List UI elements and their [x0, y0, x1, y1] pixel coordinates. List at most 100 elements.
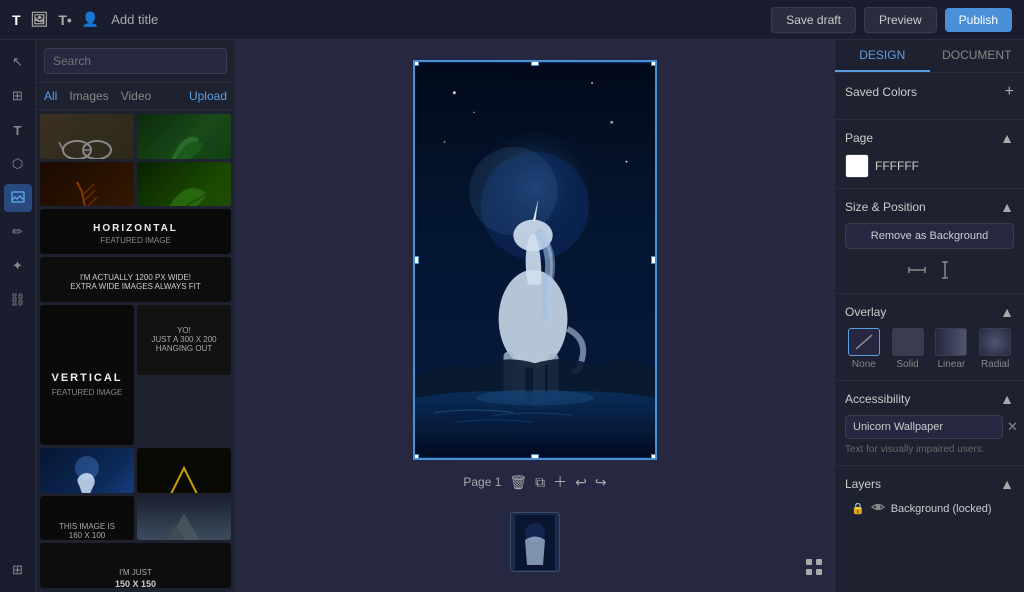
- topbar-icons: T 🖼 T• 👤: [12, 11, 99, 28]
- handle-mid-left[interactable]: [413, 256, 419, 264]
- saved-colors-add[interactable]: +: [1005, 83, 1014, 101]
- handle-top-left[interactable]: [413, 60, 419, 66]
- layer-item[interactable]: 🔒 Background (locked): [845, 498, 1014, 519]
- saved-colors-section: Saved Colors +: [835, 73, 1024, 120]
- effects-tool[interactable]: ✦: [4, 252, 32, 280]
- image-icon[interactable]: 🖼: [31, 11, 49, 28]
- media-item[interactable]: YO!JUST A 300 X 200HANGING OUT: [137, 305, 231, 375]
- upload-button[interactable]: Upload: [189, 89, 227, 103]
- pen-tool[interactable]: ✏: [4, 218, 32, 246]
- media-item[interactable]: VERTICAL FEATURED IMAGE: [40, 305, 134, 445]
- media-item[interactable]: [137, 448, 231, 493]
- text-tool[interactable]: T: [4, 116, 32, 144]
- overlay-linear[interactable]: Linear: [933, 328, 971, 370]
- handle-bottom-right[interactable]: [651, 454, 657, 460]
- left-panel: All Images Video Upload: [36, 40, 236, 592]
- handle-top-mid[interactable]: [531, 60, 539, 66]
- cursor-tool[interactable]: ↖: [4, 48, 32, 76]
- main-area: ↖ ⊞ T ⬡ ✏ ✦ ⛓ ⊞ All Images Video Upload: [0, 40, 1024, 592]
- canvas-frame[interactable]: [413, 60, 657, 460]
- user-icon[interactable]: 👤: [82, 11, 99, 28]
- handle-top-right[interactable]: [651, 60, 657, 66]
- add-page-icon[interactable]: ＋: [553, 472, 567, 492]
- layers-toggle[interactable]: ▲: [1000, 476, 1014, 492]
- layer-lock-icon: 🔒: [851, 502, 865, 515]
- duplicate-icon[interactable]: ⧉: [535, 474, 545, 491]
- media-item[interactable]: [137, 496, 231, 541]
- tab-document[interactable]: DOCUMENT: [930, 40, 1024, 72]
- shapes-tool[interactable]: ⬡: [4, 150, 32, 178]
- text-tool-icon[interactable]: T•: [58, 12, 71, 28]
- page-toggle[interactable]: ▲: [1000, 130, 1014, 146]
- overlay-toggle[interactable]: ▲: [1000, 304, 1014, 320]
- remove-background-button[interactable]: Remove as Background: [845, 223, 1014, 249]
- tab-images[interactable]: Images: [69, 89, 108, 103]
- tab-all[interactable]: All: [44, 89, 57, 103]
- grid-view-button[interactable]: [804, 557, 824, 582]
- media-item[interactable]: [40, 448, 134, 493]
- media-item[interactable]: HORIZONTAL FEATURED IMAGE: [40, 209, 231, 254]
- page-header: Page ▲: [845, 130, 1014, 146]
- page-thumbnail[interactable]: [510, 512, 560, 572]
- media-item[interactable]: [40, 114, 134, 159]
- overlay-linear-label: Linear: [937, 359, 965, 370]
- media-item[interactable]: [137, 162, 231, 207]
- saved-colors-title: Saved Colors: [845, 85, 917, 99]
- preview-button[interactable]: Preview: [864, 7, 937, 33]
- size-position-header: Size & Position ▲: [845, 199, 1014, 215]
- topbar-left: T 🖼 T• 👤 Add title: [12, 11, 158, 28]
- media-item[interactable]: I'M ACTUALLY 1200 PX WIDE!EXTRA WIDE IMA…: [40, 257, 231, 302]
- overlay-none-icon[interactable]: [848, 328, 880, 356]
- overlay-solid-icon[interactable]: [892, 328, 924, 356]
- image-tool[interactable]: [4, 184, 32, 212]
- handle-mid-right[interactable]: [651, 256, 657, 264]
- publish-button[interactable]: Publish: [945, 8, 1012, 32]
- media-item[interactable]: [40, 162, 134, 207]
- canvas-area: Page 1 🗑 ⧉ ＋ ↩ ↪: [236, 40, 834, 592]
- size-position-toggle[interactable]: ▲: [1000, 199, 1014, 215]
- overlay-none-label: None: [852, 359, 876, 370]
- media-item[interactable]: I'M JUST 150 X 150: [40, 543, 231, 588]
- accessibility-toggle[interactable]: ▲: [1000, 391, 1014, 407]
- accessibility-title: Accessibility: [845, 392, 910, 406]
- overlay-solid-label: Solid: [897, 359, 919, 370]
- handle-bottom-mid[interactable]: [531, 454, 539, 460]
- clear-accessibility-button[interactable]: ✕: [1007, 419, 1018, 435]
- layers-title: Layers: [845, 477, 881, 491]
- tab-video[interactable]: Video: [121, 89, 151, 103]
- layer-background-label: Background (locked): [891, 503, 992, 515]
- accessibility-header: Accessibility ▲: [845, 391, 1014, 407]
- overlay-linear-icon[interactable]: [935, 328, 967, 356]
- grid-tool[interactable]: ⊞: [4, 556, 32, 584]
- page-color-swatch[interactable]: [845, 154, 869, 178]
- overlay-section: Overlay ▲ None Solid Lin: [835, 294, 1024, 381]
- overlay-radial-label: Radial: [981, 359, 1009, 370]
- overlay-radial-icon[interactable]: [979, 328, 1011, 356]
- filter-tabs: All Images Video Upload: [36, 83, 235, 110]
- tab-design[interactable]: DESIGN: [835, 40, 930, 72]
- save-draft-button[interactable]: Save draft: [771, 7, 856, 33]
- page-color-value: FFFFFF: [875, 159, 919, 173]
- page-color-row: FFFFFF: [845, 154, 1014, 178]
- media-item[interactable]: [137, 114, 231, 159]
- size-position-title: Size & Position: [845, 200, 926, 214]
- link-tool[interactable]: ⛓: [4, 286, 32, 314]
- overlay-radial[interactable]: Radial: [976, 328, 1014, 370]
- saved-colors-header: Saved Colors +: [845, 83, 1014, 101]
- redo-icon[interactable]: ↪: [595, 474, 607, 491]
- accessibility-input-row: ✕: [845, 415, 1014, 439]
- accessibility-input[interactable]: [845, 415, 1003, 439]
- handle-bottom-left[interactable]: [413, 454, 419, 460]
- search-input[interactable]: [44, 48, 227, 74]
- topbar-logo: T 🖼 T• 👤: [12, 11, 99, 28]
- undo-icon[interactable]: ↩: [575, 474, 587, 491]
- media-item[interactable]: THIS IMAGE IS 160 X 100: [40, 496, 134, 541]
- overlay-solid[interactable]: Solid: [889, 328, 927, 370]
- canvas-title[interactable]: Add title: [111, 12, 158, 27]
- page-section: Page ▲ FFFFFF: [835, 120, 1024, 189]
- layers-header: Layers ▲: [845, 476, 1014, 492]
- crop-tool[interactable]: ⊞: [4, 82, 32, 110]
- overlay-none[interactable]: None: [845, 328, 883, 370]
- page-label: Page 1: [463, 475, 501, 489]
- delete-icon[interactable]: 🗑: [509, 474, 527, 491]
